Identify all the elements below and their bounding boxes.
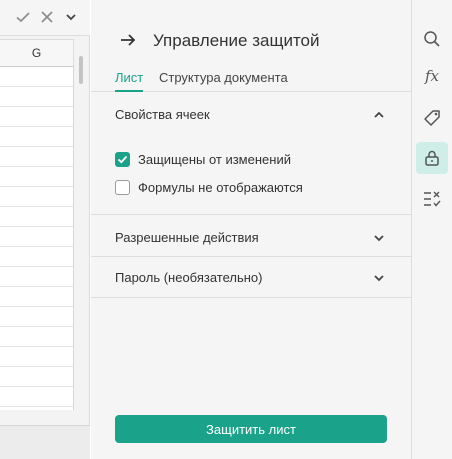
right-toolbar: fx — [411, 0, 452, 459]
protected-from-changes-label: Защищены от изменений — [138, 151, 291, 167]
checkbox-checked[interactable] — [115, 151, 130, 167]
column-header-g[interactable]: G — [0, 39, 74, 67]
formula-bar — [0, 0, 90, 36]
panel-header: Управление защитой Лист Структура докуме… — [91, 0, 411, 92]
spreadsheet-area: G — [0, 0, 90, 459]
protection-panel: Управление защитой Лист Структура докуме… — [91, 0, 411, 459]
checklist-icon[interactable] — [416, 183, 448, 215]
arrow-right-icon[interactable] — [118, 30, 138, 50]
lock-icon[interactable] — [416, 142, 448, 174]
cell-properties-section: Свойства ячеек Защищены от изменений Фор… — [91, 93, 411, 215]
allowed-actions-section[interactable]: Разрешенные действия — [91, 216, 411, 257]
panel-title: Управление защитой — [153, 31, 320, 50]
hide-formulas-option[interactable]: Формулы не отображаются — [115, 178, 303, 196]
hide-formulas-label: Формулы не отображаются — [138, 179, 303, 195]
cell-grid[interactable] — [0, 67, 74, 410]
chevron-down-icon[interactable] — [373, 231, 385, 243]
chevron-down-icon[interactable] — [373, 271, 385, 283]
cancel-icon[interactable] — [38, 8, 56, 26]
vertical-scrollbar[interactable] — [79, 56, 83, 84]
tag-icon[interactable] — [416, 102, 448, 134]
tab-document-structure[interactable]: Структура документа — [159, 70, 288, 92]
chevron-down-icon[interactable] — [62, 8, 80, 26]
tab-sheet[interactable]: Лист — [115, 70, 144, 92]
allowed-actions-title[interactable]: Разрешенные действия — [115, 230, 259, 245]
checkbox-unchecked[interactable] — [115, 179, 130, 195]
password-title[interactable]: Пароль (необязательно) — [115, 270, 263, 285]
accept-icon[interactable] — [14, 8, 32, 26]
function-icon[interactable]: fx — [416, 60, 448, 92]
password-section[interactable]: Пароль (необязательно) — [91, 258, 411, 298]
search-icon[interactable] — [416, 23, 448, 55]
sheet-footer — [0, 425, 90, 459]
chevron-up-icon[interactable] — [373, 108, 385, 120]
cell-properties-title[interactable]: Свойства ячеек — [115, 107, 210, 122]
protected-from-changes-option[interactable]: Защищены от изменений — [115, 150, 291, 168]
protect-sheet-button[interactable]: Защитить лист — [115, 415, 387, 443]
